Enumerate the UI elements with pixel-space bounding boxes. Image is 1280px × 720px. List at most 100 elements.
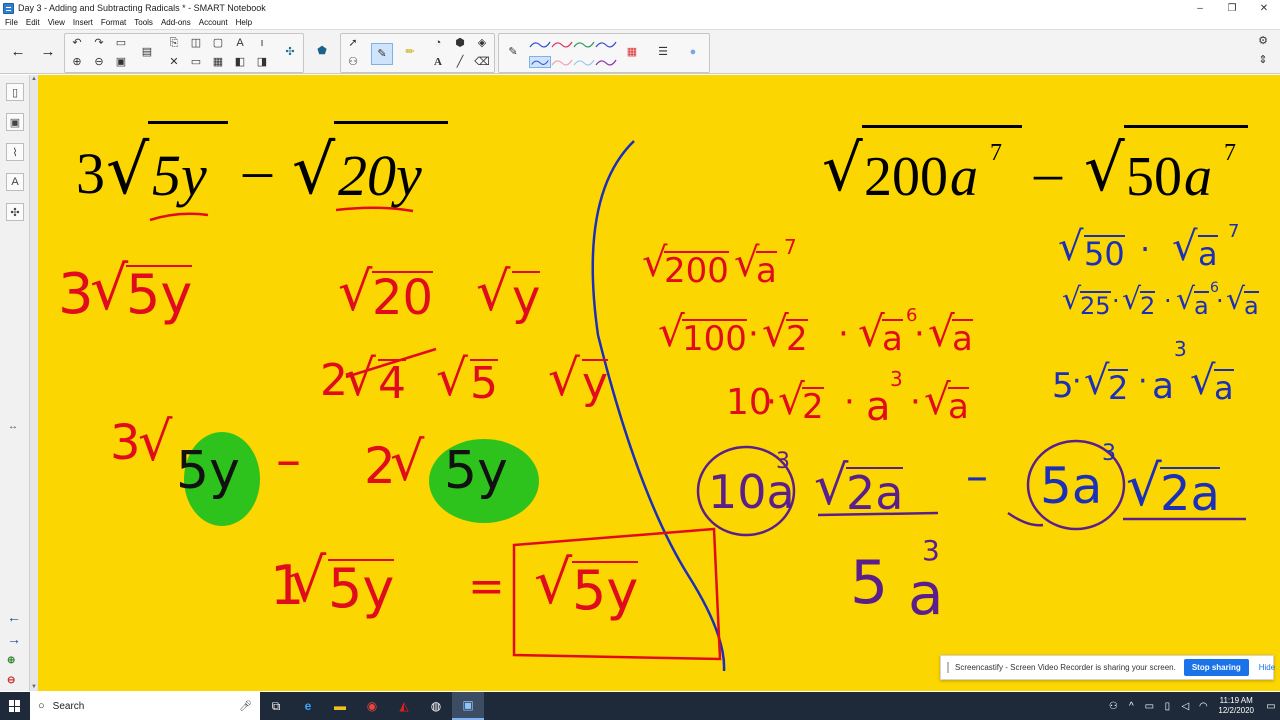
next-page-button[interactable]: →: [39, 43, 57, 60]
screen-shade-icon[interactable]: ◧: [231, 54, 249, 71]
measurement-tools-icon[interactable]: ⬟: [313, 43, 331, 60]
taskbar-search-box[interactable]: ○ Search 🎤︎: [30, 692, 260, 720]
menu-account[interactable]: Account: [199, 18, 228, 27]
undo-icon[interactable]: ↶: [68, 35, 86, 52]
ink-r1-rad-2: a: [1198, 235, 1218, 273]
pen-style-8-icon[interactable]: [595, 56, 617, 68]
toolbar-position-icon[interactable]: ⇕: [1254, 52, 1272, 69]
menu-edit[interactable]: Edit: [26, 18, 40, 27]
menu-insert[interactable]: Insert: [73, 18, 93, 27]
ink-r3-exp: 3: [1174, 337, 1187, 361]
right-radicand-1-num: 200: [864, 146, 948, 208]
panel-resize-icon[interactable]: ↔: [8, 421, 18, 432]
screen-recorder-icon[interactable]: ◍: [420, 692, 452, 720]
document-camera-icon[interactable]: ▢: [209, 35, 227, 52]
line-tool-icon[interactable]: ╱: [451, 54, 469, 71]
menu-add-ons[interactable]: Add-ons: [161, 18, 191, 27]
fill-effects-icon[interactable]: ●: [684, 44, 702, 61]
menu-tools[interactable]: Tools: [134, 18, 153, 27]
screen-capture-icon[interactable]: ◫: [187, 35, 205, 52]
hide-link[interactable]: Hide: [1259, 663, 1275, 672]
regular-polygons-icon[interactable]: ⬢: [451, 35, 469, 52]
eraser-icon[interactable]: ⌫: [473, 54, 491, 71]
people-icon[interactable]: ⚇: [1104, 701, 1122, 712]
open-file-icon[interactable]: ▭: [112, 35, 130, 52]
chrome-icon[interactable]: ◉: [356, 692, 388, 720]
save-icon[interactable]: ▣: [112, 54, 130, 71]
pen-style-4-icon[interactable]: [595, 38, 617, 50]
pen-types-icon[interactable]: ✎: [504, 44, 522, 61]
action-center-icon[interactable]: ▭: [1262, 701, 1280, 712]
multi-user-icon[interactable]: ⚇: [344, 54, 362, 71]
pen-style-7-icon[interactable]: [573, 56, 595, 68]
ink-r2-rad-4: a: [1244, 291, 1259, 320]
attachments-icon[interactable]: ⌇: [6, 143, 24, 161]
show-hidden-icons-icon[interactable]: ^: [1122, 701, 1140, 712]
microphone-icon[interactable]: 🎤︎: [239, 701, 252, 712]
display-screen-icon[interactable]: ▤: [138, 44, 156, 61]
wifi-icon[interactable]: ◠: [1194, 701, 1212, 712]
pen-style-1-icon[interactable]: [529, 38, 551, 50]
minimize-button[interactable]: –: [1184, 0, 1216, 16]
next-page-arrow-icon[interactable]: →: [7, 631, 21, 647]
delete-icon[interactable]: ✕: [165, 54, 183, 71]
ink-r2-sqrt-2: √: [1122, 282, 1142, 317]
left-radicand-2: 20y: [338, 143, 422, 208]
text-tool-icon[interactable]: A: [429, 54, 447, 71]
line-style-icon[interactable]: ☰: [654, 44, 672, 61]
table-icon[interactable]: ▦: [209, 54, 227, 71]
pen-style-3-icon[interactable]: [573, 38, 595, 50]
pen-style-2-icon[interactable]: [551, 38, 573, 50]
network-icon[interactable]: ▭: [1140, 701, 1158, 712]
add-page-side-icon[interactable]: ⊕: [7, 655, 15, 666]
menu-help[interactable]: Help: [236, 18, 252, 27]
menu-format[interactable]: Format: [101, 18, 126, 27]
select-arrow-icon[interactable]: ➚: [344, 35, 362, 52]
shapes-icon[interactable]: ◔: [429, 35, 447, 52]
paste-icon[interactable]: ⎘: [165, 35, 183, 52]
notebook-page-canvas[interactable]: 3 √ 5y – √ 20y √ 200 a 7 – √ 50 a 7 3 √ …: [38, 75, 1280, 691]
menu-file[interactable]: File: [5, 18, 18, 27]
highlighter-icon[interactable]: ✏: [401, 44, 419, 61]
add-ons-icon[interactable]: ✣: [281, 44, 299, 61]
file-explorer-icon[interactable]: ▬: [324, 692, 356, 720]
delete-page-side-icon[interactable]: ⊖: [7, 675, 15, 686]
previous-page-button[interactable]: ←: [9, 43, 27, 60]
stop-sharing-button[interactable]: Stop sharing: [1183, 659, 1249, 676]
fill-icon[interactable]: ◈: [473, 35, 491, 52]
redo-icon[interactable]: ↷: [90, 35, 108, 52]
start-button[interactable]: [0, 692, 30, 720]
battery-icon[interactable]: ▯: [1158, 701, 1176, 712]
drag-handle-icon[interactable]: [947, 662, 949, 673]
acrobat-icon[interactable]: ◭: [388, 692, 420, 720]
search-placeholder: Search: [52, 700, 85, 712]
add-ons-panel-icon[interactable]: ✣: [6, 203, 24, 221]
properties-panel-icon[interactable]: A: [6, 173, 24, 191]
clock[interactable]: 11:19 AM 12/2/2020: [1218, 696, 1254, 716]
pen-tool-icon[interactable]: ✎: [371, 43, 393, 65]
previous-page-arrow-icon[interactable]: ←: [7, 609, 21, 625]
color-palette-icon[interactable]: ▦: [623, 44, 641, 61]
settings-gear-icon[interactable]: ⚙: [1254, 33, 1272, 50]
pen-style-5-icon[interactable]: [529, 56, 551, 68]
vertical-scrollbar[interactable]: ▲ ▼: [30, 75, 38, 691]
spell-check-icon[interactable]: A: [231, 35, 249, 52]
full-screen-icon[interactable]: ▭: [187, 54, 205, 71]
smart-notebook-task-icon[interactable]: ▣: [452, 692, 484, 720]
page-sorter-icon[interactable]: ▯: [6, 83, 24, 101]
task-view-icon[interactable]: ⧉: [260, 692, 292, 720]
gallery-icon[interactable]: ▣: [6, 113, 24, 131]
close-button[interactable]: ✕: [1248, 0, 1280, 16]
menu-view[interactable]: View: [48, 18, 65, 27]
delete-page-icon[interactable]: ⊖: [90, 54, 108, 71]
properties-icon[interactable]: ◨: [253, 54, 271, 71]
add-page-icon[interactable]: ⊕: [68, 54, 86, 71]
pen-style-6-icon[interactable]: [551, 56, 573, 68]
volume-icon[interactable]: ◁: [1176, 701, 1194, 712]
scroll-down-icon[interactable]: ▼: [30, 683, 38, 691]
insert-text-icon[interactable]: ı: [253, 35, 271, 52]
edge-browser-icon[interactable]: e: [292, 692, 324, 720]
ink-m2-rad-4: a: [952, 319, 973, 359]
restore-button[interactable]: ❐: [1216, 0, 1248, 16]
scroll-up-icon[interactable]: ▲: [30, 75, 38, 83]
